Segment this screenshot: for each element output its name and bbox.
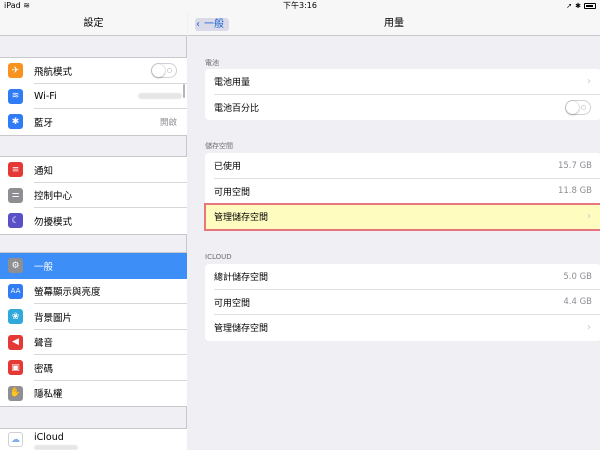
gear-icon: ⚙ <box>8 258 23 274</box>
sidebar-item-label: 飛航模式 <box>34 66 73 78</box>
sidebar-item-label: 勿擾模式 <box>34 216 73 228</box>
storage-card: 已使用 15.7 GB 可用空間 11.8 GB 管理儲存空間 › <box>204 153 600 231</box>
sidebar-item-notifications[interactable]: ≡ 通知 <box>0 157 187 183</box>
row-value: 15.7 GB <box>557 160 592 171</box>
icloud-total-row: 總計儲存空間 5.0 GB <box>205 264 600 290</box>
sidebar-item-label: iCloud <box>34 432 64 443</box>
sidebar-item-display-brightness[interactable]: AA 螢幕顯示與亮度 <box>0 279 187 305</box>
manage-storage-row[interactable]: 管理儲存空間 › <box>204 203 600 231</box>
usage-detail-pane: ‹ 一般 用量 電池 電池用量 › 電池百分比 ○ 儲存空間 已使用 15.7 … <box>188 0 600 450</box>
notifications-icon: ≡ <box>8 162 23 178</box>
bluetooth-status-icon: ✱ <box>575 2 581 10</box>
icloud-account-redacted <box>34 445 78 450</box>
lock-icon: ▣ <box>8 360 23 376</box>
sidebar-item-label: 背景圖片 <box>34 312 73 324</box>
row-value: 11.8 GB <box>557 186 592 197</box>
sidebar-item-label: 螢幕顯示與亮度 <box>34 287 101 299</box>
bluetooth-status: 開啟 <box>159 117 177 128</box>
sidebar-group-connectivity: ✈ 飛航模式 ○ ≋ Wi-Fi ✱ 藍牙 開啟 <box>0 57 187 136</box>
battery-percentage-toggle[interactable]: ○ <box>565 99 591 115</box>
control-center-icon: ⚌ <box>8 187 23 203</box>
sidebar-item-label: 密碼 <box>34 363 54 375</box>
wifi-icon: ≋ <box>8 88 23 104</box>
sidebar-group-icloud: ☁ iCloud <box>0 428 187 450</box>
sidebar-item-label: 藍牙 <box>34 117 54 129</box>
display-icon: AA <box>8 283 23 299</box>
status-bar: iPad ≋ 下午3:16 ➚ ✱ <box>0 0 600 12</box>
sidebar-item-label: Wi-Fi <box>34 90 57 102</box>
battery-icon <box>584 3 596 9</box>
wifi-network-name-redacted <box>138 93 182 100</box>
sidebar-item-airplane-mode[interactable]: ✈ 飛航模式 ○ <box>0 58 187 84</box>
status-right-icons: ➚ ✱ <box>566 0 596 12</box>
row-value: 5.0 GB <box>563 271 592 282</box>
chevron-right-icon: › <box>587 211 591 223</box>
chevron-right-icon: › <box>587 322 591 334</box>
section-header-storage: 儲存空間 <box>205 142 233 150</box>
row-label: 可用空間 <box>214 187 251 198</box>
sidebar-group-general: ⚙ 一般 AA 螢幕顯示與亮度 ❀ 背景圖片 ◀ 聲音 ▣ 密碼 ✋ 隱私權 <box>0 252 187 407</box>
icloud-card: 總計儲存空間 5.0 GB 可用空間 4.4 GB 管理儲存空間 › <box>205 264 600 341</box>
sidebar-item-do-not-disturb[interactable]: ☾ 勿擾模式 <box>0 208 187 234</box>
airplane-mode-toggle[interactable]: ○ <box>151 63 177 79</box>
icloud-manage-storage-row[interactable]: 管理儲存空間 › <box>205 315 600 341</box>
sidebar-group-notifications: ≡ 通知 ⚌ 控制中心 ☾ 勿擾模式 <box>0 156 187 235</box>
row-label: 已使用 <box>214 162 242 173</box>
sidebar-title: 設定 <box>0 12 187 36</box>
battery-usage-row[interactable]: 電池用量 › <box>205 69 600 95</box>
sidebar-item-label: 一般 <box>34 261 54 273</box>
settings-sidebar: 設定 ✈ 飛航模式 ○ ≋ Wi-Fi ✱ 藍牙 開啟 ≡ 通知 ⚌ 控制中心 … <box>0 0 187 450</box>
bluetooth-icon: ✱ <box>8 114 23 130</box>
icloud-icon: ☁ <box>8 432 23 447</box>
sidebar-item-sounds[interactable]: ◀ 聲音 <box>0 330 187 356</box>
battery-percentage-row: 電池百分比 ○ <box>205 95 600 121</box>
moon-icon: ☾ <box>8 213 23 229</box>
row-label: 管理儲存空間 <box>214 213 269 224</box>
icloud-label-block: iCloud <box>34 432 187 450</box>
row-value: 4.4 GB <box>563 297 592 308</box>
detail-nav-bar: ‹ 一般 用量 <box>188 12 600 36</box>
airplane-icon: ✈ <box>8 63 23 79</box>
row-label: 總計儲存空間 <box>214 273 269 284</box>
wallpaper-icon: ❀ <box>8 309 23 325</box>
icloud-available-row: 可用空間 4.4 GB <box>205 290 600 316</box>
sidebar-item-control-center[interactable]: ⚌ 控制中心 <box>0 183 187 209</box>
row-label: 可用空間 <box>214 298 251 309</box>
row-label: 電池用量 <box>214 78 251 89</box>
sidebar-item-label: 通知 <box>34 165 54 177</box>
status-time: 下午3:16 <box>283 1 317 10</box>
sidebar-item-label: 隱私權 <box>34 389 63 401</box>
sidebar-scroll-indicator <box>183 84 185 98</box>
sidebar-item-general[interactable]: ⚙ 一般 <box>0 253 187 279</box>
sidebar-item-wallpaper[interactable]: ❀ 背景圖片 <box>0 304 187 330</box>
section-header-icloud: ICLOUD <box>205 253 232 261</box>
sound-icon: ◀ <box>8 334 23 350</box>
battery-card: 電池用量 › 電池百分比 ○ <box>205 69 600 120</box>
hand-icon: ✋ <box>8 385 23 401</box>
sidebar-item-passcode[interactable]: ▣ 密碼 <box>0 355 187 381</box>
sidebar-item-label: 聲音 <box>34 338 54 350</box>
page-title: 用量 <box>384 18 404 29</box>
chevron-right-icon: › <box>587 76 591 88</box>
row-label: 管理儲存空間 <box>214 324 269 335</box>
sidebar-item-bluetooth[interactable]: ✱ 藍牙 開啟 <box>0 109 187 135</box>
storage-used-row: 已使用 15.7 GB <box>205 153 600 179</box>
row-label: 電池百分比 <box>214 103 260 114</box>
section-header-battery: 電池 <box>205 59 219 67</box>
sidebar-item-icloud[interactable]: ☁ iCloud <box>0 429 187 450</box>
sidebar-item-privacy[interactable]: ✋ 隱私權 <box>0 381 187 407</box>
location-icon: ➚ <box>566 2 573 10</box>
sidebar-item-wifi[interactable]: ≋ Wi-Fi <box>0 84 187 110</box>
storage-available-row: 可用空間 11.8 GB <box>205 179 600 205</box>
sidebar-item-label: 控制中心 <box>34 191 73 203</box>
